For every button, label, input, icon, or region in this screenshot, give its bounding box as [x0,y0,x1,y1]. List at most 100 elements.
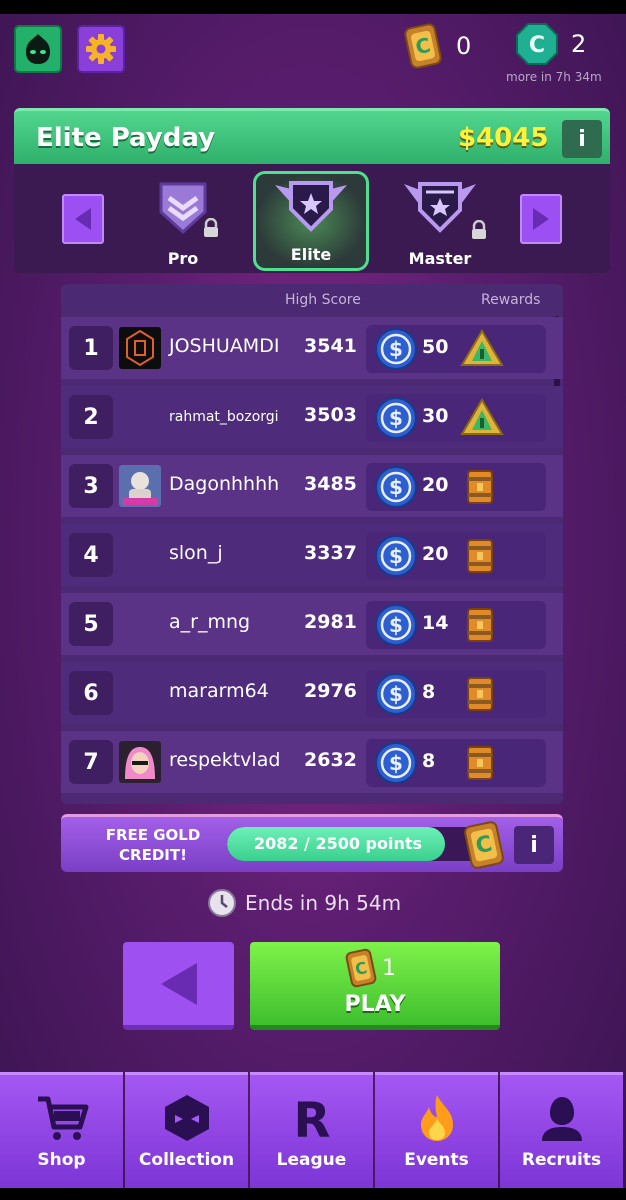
player-avatar-image [119,741,161,783]
player-name: JOSHUAMDI [169,335,280,357]
gold-credit-counter: C 0 [402,22,471,70]
nav-league-label: League [276,1150,347,1170]
leaderboard-row[interactable]: 6 mararm64 2976 $ 8 [61,662,563,724]
status-bar [0,0,626,14]
player-score: 2632 [304,749,357,771]
league-info-button[interactable]: i [562,120,602,158]
league-title-bar: Elite Payday $4045 i [14,108,610,164]
player-name: rahmat_bozorgi [169,409,279,425]
dollar-coin-icon: $ [375,673,417,715]
nav-recruits[interactable]: Recruits [500,1072,623,1188]
cart-icon [37,1096,88,1140]
profile-button[interactable] [14,25,62,73]
settings-button[interactable] [77,25,125,73]
reward-amount: 30 [422,405,449,427]
nav-shop[interactable]: Shop [0,1072,123,1188]
svg-text:$: $ [389,682,403,706]
chevron-right-icon [533,208,549,230]
bottom-nav: Shop Collection R League Events Recruits [0,1072,626,1188]
back-button[interactable] [123,942,234,1030]
player-name: a_r_mng [169,611,251,633]
gold-credit-icon: C [345,948,377,988]
tier-pro-label: Pro [167,249,199,268]
rank: 3 [69,464,113,508]
pyramid-prize-icon [460,398,504,435]
leaderboard-row[interactable]: 4 slon_j 3337 $ 20 [61,524,563,586]
play-button[interactable]: C 1 PLAY [250,942,500,1030]
dollar-coin-icon: $ [375,742,417,784]
reward-box: $ 30 [366,394,546,442]
nav-events-label: Events [404,1150,469,1170]
nav-collection[interactable]: Collection [125,1072,248,1188]
pyramid-prize-icon [460,329,504,366]
avatar [119,741,161,783]
rank: 7 [69,740,113,784]
high-score-header: High Score [285,292,361,308]
collection-icon [164,1095,209,1141]
system-nav-bar [0,1188,626,1200]
green-credit-counter: C 2 [515,22,586,66]
crate-prize-icon [467,539,493,573]
leaderboard-row[interactable]: 7 respektvlad 2632 $ 8 [61,731,563,793]
reward-box: $ 14 [366,601,546,649]
green-credit-count: 2 [571,30,587,58]
svg-text:$: $ [389,337,403,361]
leaderboard[interactable]: High Score Rewards 1 JOSHUAMDI 3541 $ 50 [61,284,563,804]
player-name: respektvlad [169,749,281,771]
play-label: PLAY [344,992,406,1017]
nav-recruits-label: Recruits [521,1150,602,1170]
rank: 2 [69,395,113,439]
green-credit-icon: C [516,23,558,65]
recruit-icon [541,1097,582,1141]
player-score: 2981 [304,611,357,633]
player-score: 3503 [304,404,357,426]
ends-text: Ends in 9h 54m [245,891,402,915]
svg-text:C: C [529,33,545,58]
player-name: slon_j [169,542,223,564]
gear-icon [86,34,116,64]
player-name: mararm64 [169,680,269,702]
reward-box: $ 20 [366,532,546,580]
nav-league[interactable]: R League [250,1072,373,1188]
leaderboard-row[interactable]: 5 a_r_mng 2981 $ 14 [61,593,563,655]
rank: 6 [69,671,113,715]
svg-text:$: $ [389,544,403,568]
leaderboard-row[interactable]: 3 Dagonhhhh 3485 $ 20 [61,455,563,517]
free-gold-credit-label: FREE GOLD CREDIT! [105,826,201,864]
tier-master-label: Master [408,249,472,268]
crate-prize-icon [467,470,493,504]
lock-icon [204,218,218,237]
svg-text:$: $ [389,613,403,637]
back-arrow-icon [160,962,197,1005]
rank: 4 [69,533,113,577]
lock-icon [472,220,486,239]
reward-box: $ 20 [366,463,546,511]
avatar [119,465,161,507]
reward-box: $ 8 [366,670,546,718]
reward-box: $ 8 [366,739,546,787]
reward-amount: 20 [422,474,449,496]
gold-credit-info-button[interactable]: i [514,826,554,864]
tier-pro[interactable]: Pro [125,172,241,272]
dollar-coin-icon: $ [375,535,417,577]
tier-elite[interactable]: Elite [253,171,369,271]
reward-amount: 8 [422,750,436,772]
svg-text:$: $ [389,475,403,499]
tier-selector: Pro Elite Master [14,164,610,273]
reward-box: $ 50 [366,325,546,373]
rewards-header: Rewards [481,292,541,308]
clock-icon [208,889,236,917]
master-badge-icon [404,182,476,233]
previous-tier-button[interactable] [62,194,104,244]
gold-credit-icon: C [404,23,442,69]
tier-master[interactable]: Master [382,172,498,272]
svg-text:$: $ [389,751,403,775]
player-score: 2976 [304,680,357,702]
league-header: Elite Payday $4045 i Pro Elite Master [14,108,610,273]
svg-text:R: R [293,1093,330,1143]
leaderboard-row[interactable]: 2 rahmat_bozorgi 3503 $ 30 [61,386,563,448]
nav-events[interactable]: Events [375,1072,498,1188]
crate-prize-icon [467,608,493,642]
next-tier-button[interactable] [520,194,562,244]
leaderboard-row[interactable]: 1 JOSHUAMDI 3541 $ 50 [61,317,563,379]
